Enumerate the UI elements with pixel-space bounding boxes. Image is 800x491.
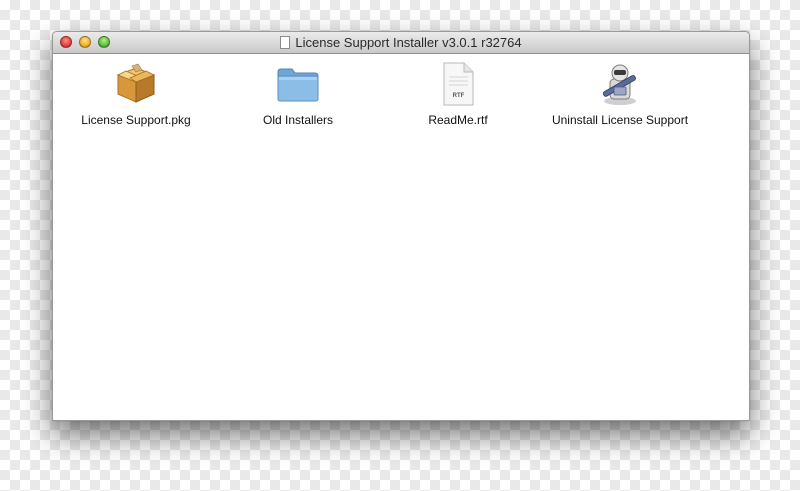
rtf-document-icon[interactable]: RTF xyxy=(434,60,482,108)
document-proxy-icon[interactable] xyxy=(280,36,291,49)
file-item-license-support-pkg[interactable]: License Support.pkg xyxy=(53,60,221,127)
finder-content: License Support.pkg Old Installers RTF R… xyxy=(53,54,749,420)
file-label: Old Installers xyxy=(262,113,334,127)
rtf-badge-text: RTF xyxy=(453,93,465,99)
file-label: License Support.pkg xyxy=(81,113,191,127)
file-label: ReadMe.rtf xyxy=(428,113,488,127)
window-title-container: License Support Installer v3.0.1 r32764 xyxy=(53,32,749,53)
file-item-old-installers[interactable]: Old Installers xyxy=(213,60,383,127)
file-item-uninstall-license-support[interactable]: Uninstall License Support xyxy=(535,60,705,127)
title-bar[interactable]: License Support Installer v3.0.1 r32764 xyxy=(53,32,749,54)
finder-window: License Support Installer v3.0.1 r32764 … xyxy=(52,31,750,421)
file-item-readme-rtf[interactable]: RTF ReadMe.rtf xyxy=(373,60,543,127)
folder-icon[interactable] xyxy=(274,60,322,108)
package-icon[interactable] xyxy=(112,60,160,108)
window-title: License Support Installer v3.0.1 r32764 xyxy=(295,35,522,50)
file-label: Uninstall License Support xyxy=(551,113,689,127)
automator-icon[interactable] xyxy=(596,60,644,108)
